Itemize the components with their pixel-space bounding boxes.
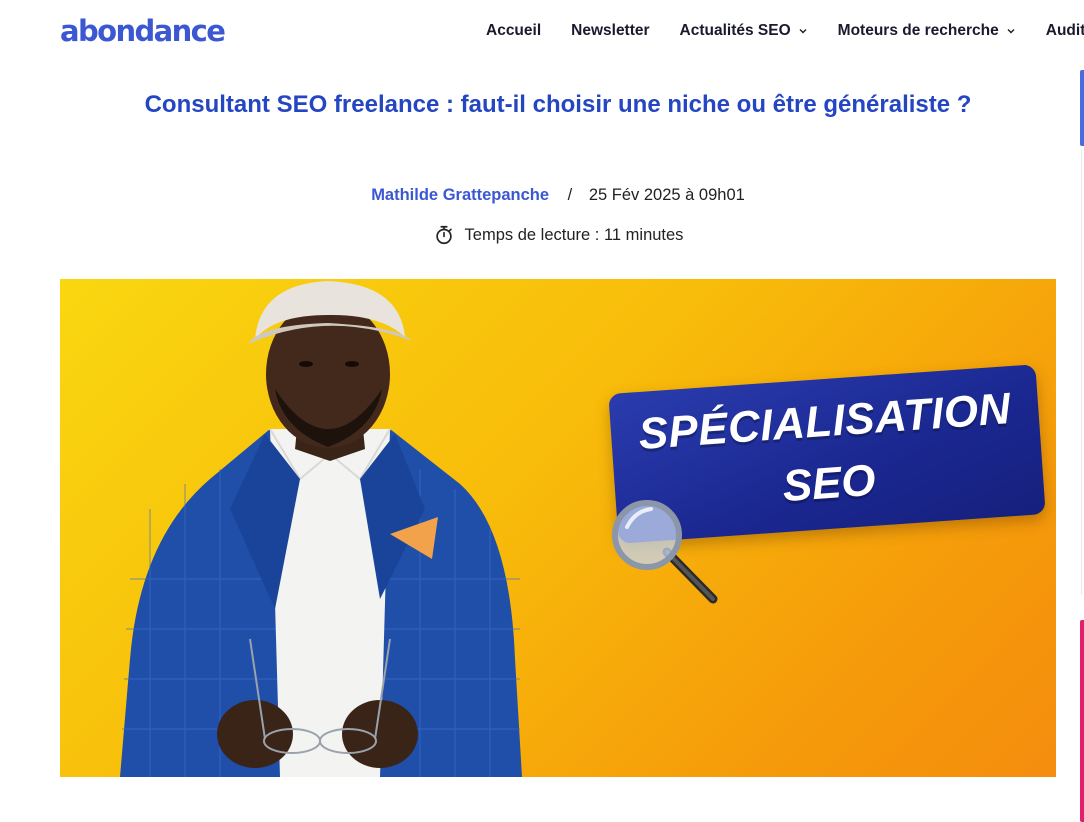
nav-item-label: Newsletter: [571, 22, 650, 39]
magnifying-glass-icon: [612, 500, 718, 604]
nav-item-audit[interactable]: Audit: [1046, 20, 1084, 42]
site-header: abondance Accueil Newsletter Actualités …: [0, 0, 1084, 62]
nav-item-label: Moteurs de recherche: [837, 22, 999, 39]
sidebar-widget-edge-blue: [1080, 70, 1084, 146]
main-nav: Accueil Newsletter Actualités SEO Moteur…: [486, 20, 1084, 42]
reading-time-label: Temps de lecture : 11 minutes: [464, 226, 684, 244]
sidebar-widget-edge-pink: [1080, 620, 1084, 822]
chevron-down-icon: [798, 26, 808, 36]
article-meta: Mathilde Grattepanche / 25 Fév 2025 à 09…: [0, 184, 1084, 206]
chevron-down-icon: [1006, 26, 1016, 36]
article-title: Consultant SEO freelance : faut-il chois…: [144, 91, 972, 118]
nav-item-label: Audit: [1045, 22, 1084, 39]
nav-item-newsletter[interactable]: Newsletter: [571, 20, 649, 42]
meta-separator: /: [567, 186, 573, 204]
author-link[interactable]: Mathilde Grattepanche: [371, 186, 549, 204]
site-logo[interactable]: abondance: [60, 12, 226, 50]
person-illustration: [120, 281, 522, 777]
publish-date: 25 Fév 2025 à 09h01: [588, 186, 745, 204]
reading-time: Temps de lecture : 11 minutes: [0, 224, 1084, 246]
nav-item-label: Actualités SEO: [679, 22, 791, 39]
stopwatch-icon: [435, 225, 452, 245]
nav-item-label: Accueil: [486, 22, 542, 39]
nav-item-moteurs-de-recherche[interactable]: Moteurs de recherche: [838, 20, 1016, 42]
nav-item-actualites-seo[interactable]: Actualités SEO: [680, 20, 808, 42]
sidebar-divider: [1081, 150, 1082, 595]
nav-item-accueil[interactable]: Accueil: [486, 20, 541, 42]
hero-image: SPÉCIALISATION SEO: [60, 279, 1056, 777]
